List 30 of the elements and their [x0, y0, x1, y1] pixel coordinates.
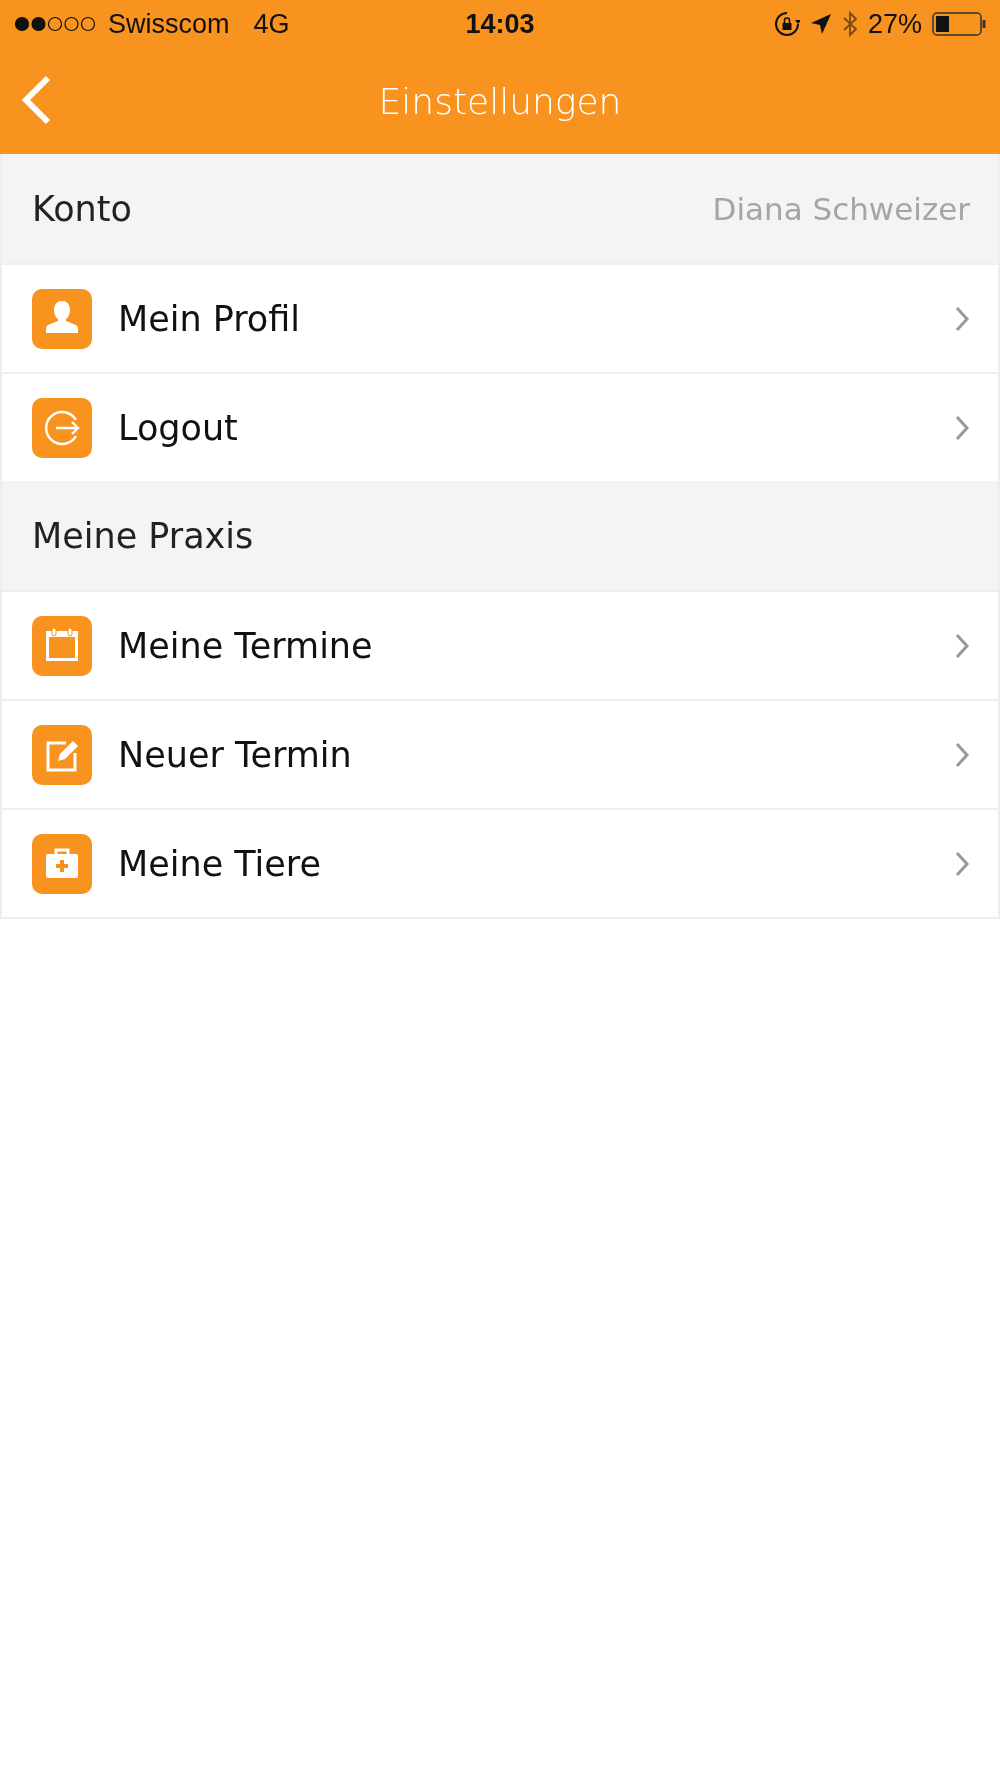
carrier-name: Swisscom [108, 8, 230, 40]
edit-icon [32, 724, 92, 785]
person-icon [32, 288, 92, 349]
battery-percent: 27% [867, 8, 922, 40]
screen-title: Einstellungen [378, 80, 622, 122]
back-chevron-icon [20, 75, 52, 125]
signal-icon [14, 16, 98, 32]
location-arrow-icon [809, 13, 832, 35]
clock-time: 14:03 [465, 8, 535, 40]
battery-icon [932, 12, 986, 36]
section-title: Meine Praxis [32, 515, 254, 556]
rotation-lock-icon [773, 11, 800, 37]
network-type: 4G [253, 8, 290, 40]
chevron-right-icon [954, 413, 970, 442]
bluetooth-icon [841, 10, 858, 38]
first-aid-kit-icon [32, 833, 92, 894]
chevron-right-icon [954, 849, 970, 878]
row-label: Meine Termine [118, 625, 374, 666]
calendar-icon [32, 615, 92, 676]
back-button[interactable] [20, 75, 52, 125]
account-name: Diana Schweizer [712, 190, 970, 227]
chevron-right-icon [954, 304, 970, 333]
row-label: Neuer Termin [118, 734, 353, 775]
row-label: Mein Profil [118, 298, 302, 339]
settings-row[interactable]: Meine Tiere [2, 808, 998, 919]
row-label: Logout [118, 407, 239, 448]
chevron-right-icon [954, 631, 970, 660]
row-label: Meine Tiere [118, 843, 322, 884]
chevron-right-icon [954, 740, 970, 769]
section-title: Konto [32, 188, 132, 229]
